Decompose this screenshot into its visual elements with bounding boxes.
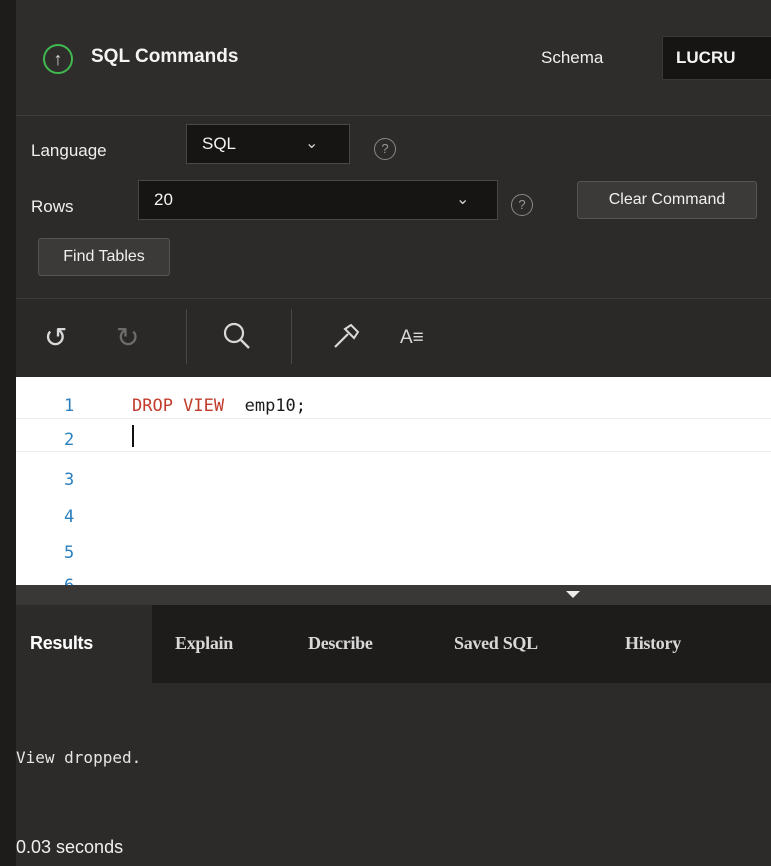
code-editor[interactable]: 1 2 3 4 5 6 DROP VIEW emp10; [16, 377, 771, 585]
caret-down-icon[interactable] [566, 591, 580, 598]
line-number: 4 [64, 507, 75, 527]
search-icon[interactable] [222, 321, 252, 358]
up-arrow-icon[interactable]: ↑ [43, 44, 73, 74]
redo-icon[interactable]: ↻ [116, 321, 139, 354]
language-value: SQL [202, 134, 237, 153]
text-size-icon[interactable]: A≡ [400, 327, 424, 349]
chevron-down-icon: ⌄ [456, 191, 470, 208]
find-tables-button[interactable]: Find Tables [38, 238, 170, 276]
tab-results[interactable]: Results [16, 605, 152, 683]
language-help-icon[interactable]: ? [374, 138, 396, 160]
sql-keyword: DROP VIEW [132, 396, 225, 416]
line-number: 2 [64, 430, 75, 450]
results-panel: View dropped. 0.03 seconds [16, 683, 771, 866]
elapsed-time: 0.03 seconds [16, 837, 124, 857]
undo-icon[interactable]: ↺ [44, 321, 67, 354]
rows-help-icon[interactable]: ? [511, 194, 533, 216]
line-number: 1 [64, 396, 75, 416]
schema-select[interactable]: LUCRU [662, 36, 771, 80]
editor-toolbar: ↺ ↻ A≡ [16, 299, 771, 377]
line-number: 3 [64, 470, 75, 490]
hammer-icon[interactable] [331, 321, 361, 358]
active-line-highlight [16, 418, 771, 452]
rows-label: Rows [31, 197, 74, 216]
tab-describe[interactable]: Describe [308, 605, 373, 683]
language-select[interactable]: SQL ⌄ [186, 124, 350, 164]
sql-identifier: emp10; [244, 396, 307, 416]
clear-command-button[interactable]: Clear Command [577, 181, 757, 219]
rows-value: 20 [154, 190, 173, 209]
rows-select[interactable]: 20 ⌄ [138, 180, 498, 220]
tab-explain[interactable]: Explain [175, 605, 233, 683]
tab-saved-sql[interactable]: Saved SQL [454, 605, 538, 683]
page-header: ↑ SQL Commands Schema LUCRU [16, 0, 771, 115]
tab-history[interactable]: History [625, 605, 681, 683]
schema-label: Schema [541, 48, 604, 67]
line-number: 5 [64, 543, 75, 563]
toolbar-divider [291, 309, 292, 364]
toolbar-divider [186, 309, 187, 364]
chevron-down-icon: ⌄ [305, 135, 319, 152]
results-tabs: Results Explain Describe Saved SQL Histo… [16, 605, 771, 683]
page-title: SQL Commands [91, 46, 239, 67]
pane-splitter[interactable] [16, 585, 771, 605]
result-message: View dropped. [16, 748, 142, 767]
text-cursor [132, 425, 134, 447]
command-options: Language SQL ⌄ ? Rows 20 ⌄ ? Clear Comma… [16, 115, 771, 299]
language-label: Language [31, 141, 107, 160]
line-number: 6 [64, 576, 84, 585]
code-line-1: DROP VIEW emp10; [132, 396, 306, 416]
sql-commands-window: ↑ SQL Commands Schema LUCRU Language SQL… [16, 0, 771, 866]
